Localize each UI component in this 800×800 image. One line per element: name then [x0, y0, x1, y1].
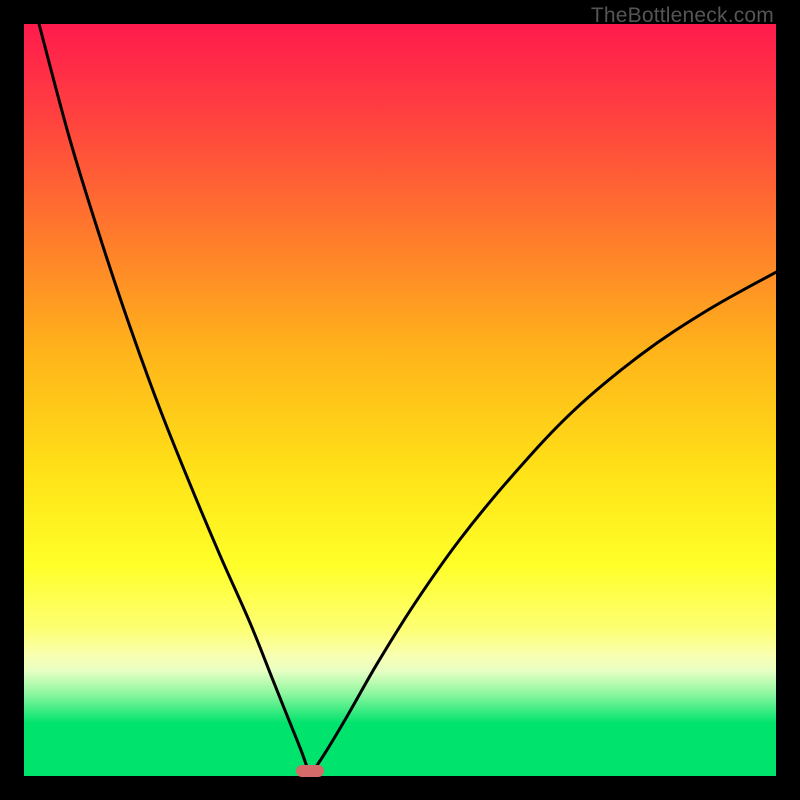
optimal-point-marker	[296, 765, 324, 777]
curve-left-branch	[39, 24, 310, 776]
bottleneck-curve	[24, 24, 776, 776]
chart-plot-area	[24, 24, 776, 776]
watermark-text: TheBottleneck.com	[591, 4, 774, 28]
curve-right-branch	[310, 272, 776, 776]
